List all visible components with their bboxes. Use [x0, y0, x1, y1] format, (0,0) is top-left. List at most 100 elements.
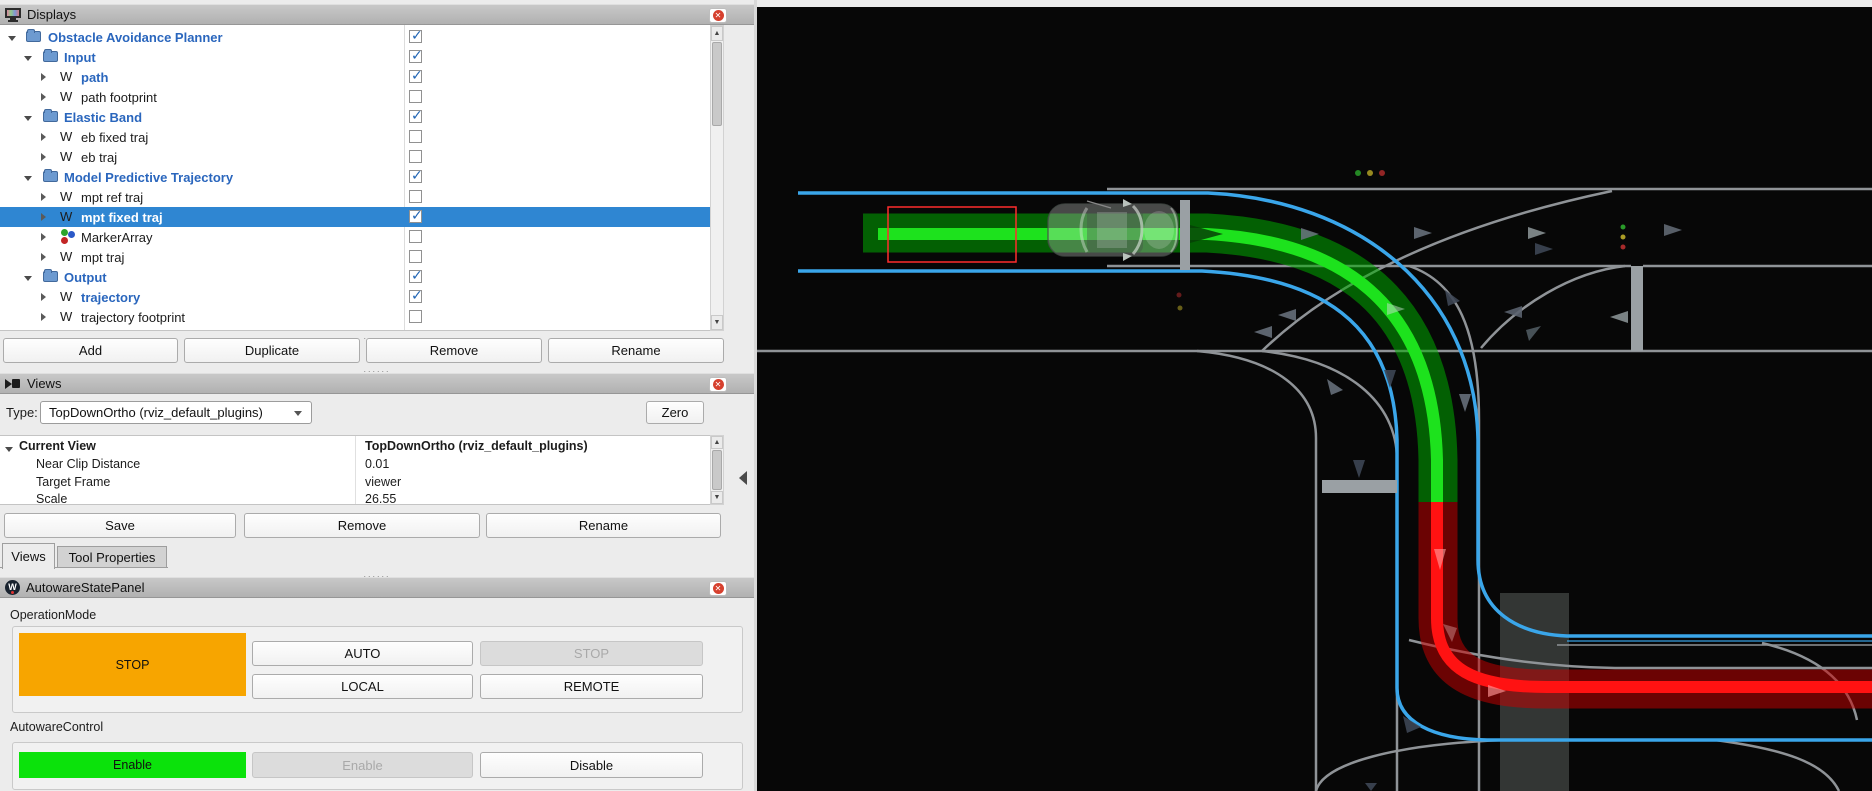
checkbox[interactable]	[409, 30, 422, 43]
displays-panel-header[interactable]: Displays ✕	[0, 4, 754, 25]
caret-icon[interactable]	[41, 193, 46, 201]
caret-icon[interactable]	[24, 116, 32, 121]
autoware-icon: W	[5, 580, 20, 595]
tree-item-label: Obstacle Avoidance Planner	[48, 30, 223, 45]
caret-icon[interactable]	[24, 56, 32, 61]
auto-button[interactable]: AUTO	[252, 641, 473, 666]
property-value[interactable]: 0.01	[365, 457, 389, 471]
save-view-button[interactable]: Save	[4, 513, 236, 538]
tree-item-label: MarkerArray	[81, 230, 153, 245]
caret-icon[interactable]	[41, 73, 46, 81]
tree-item-mpt-fixed-traj[interactable]: Wmpt fixed traj	[0, 207, 710, 227]
current-view-table[interactable]: Current View TopDownOrtho (rviz_default_…	[0, 435, 723, 505]
tree-item-eb-traj[interactable]: Web traj	[0, 147, 710, 167]
checkbox[interactable]	[409, 230, 422, 243]
property-name[interactable]: Target Frame	[36, 475, 110, 489]
autoware-icon: W	[60, 69, 72, 84]
displays-tree-scrollbar[interactable]: ▲ ▼	[710, 25, 724, 331]
tab-views[interactable]: Views	[2, 543, 55, 569]
tree-item-path[interactable]: Wpath	[0, 67, 710, 87]
rename-view-button[interactable]: Rename	[486, 513, 721, 538]
tree-item-obstacle-avoidance-planner[interactable]: Obstacle Avoidance Planner	[0, 27, 710, 47]
checkbox[interactable]	[409, 170, 422, 183]
caret-icon[interactable]	[41, 213, 46, 221]
caret-icon[interactable]	[5, 447, 13, 452]
property-name[interactable]: Scale	[36, 492, 67, 506]
checkbox[interactable]	[409, 150, 422, 163]
checkbox[interactable]	[409, 270, 422, 283]
property-value[interactable]: viewer	[365, 475, 401, 489]
scrollbar-thumb[interactable]	[712, 450, 722, 490]
folder-icon	[43, 271, 58, 282]
property-name[interactable]: Current View	[19, 439, 96, 453]
tree-item-output[interactable]: Output	[0, 267, 710, 287]
scrollbar-thumb[interactable]	[712, 42, 722, 126]
tree-item-elastic-band[interactable]: Elastic Band	[0, 107, 710, 127]
remove-display-button[interactable]: Remove	[366, 338, 542, 363]
views-table-scrollbar[interactable]: ▲ ▼	[710, 435, 724, 505]
caret-icon[interactable]	[41, 153, 46, 161]
checkbox[interactable]	[409, 290, 422, 303]
duplicate-button[interactable]: Duplicate	[184, 338, 360, 363]
autoware-panel-header[interactable]: W AutowareStatePanel ✕	[0, 577, 754, 598]
displays-tree[interactable]: Obstacle Avoidance Planner InputWpathWpat…	[0, 25, 723, 331]
property-name[interactable]: Near Clip Distance	[36, 457, 140, 471]
tree-item-mpt-traj[interactable]: Wmpt traj	[0, 247, 710, 267]
tree-item-markerarray[interactable]: MarkerArray	[0, 227, 710, 247]
tab-tool-properties[interactable]: Tool Properties	[57, 546, 167, 568]
add-button[interactable]: Add	[3, 338, 178, 363]
view-type-dropdown[interactable]: TopDownOrtho (rviz_default_plugins)	[40, 401, 312, 424]
stop-button[interactable]: STOP	[480, 641, 703, 666]
tree-item-trajectory-footprint[interactable]: Wtrajectory footprint	[0, 307, 710, 327]
zero-button[interactable]: Zero	[646, 401, 704, 424]
displays-panel-title: Displays	[27, 7, 76, 22]
autoware-icon: W	[60, 189, 72, 204]
rename-display-button[interactable]: Rename	[548, 338, 724, 363]
operation-mode-label: OperationMode	[10, 608, 96, 622]
displays-close-button[interactable]: ✕	[709, 8, 727, 23]
caret-icon[interactable]	[41, 233, 46, 241]
views-panel-header[interactable]: Views ✕	[0, 373, 754, 394]
remote-button[interactable]: REMOTE	[480, 674, 703, 699]
scroll-down-icon[interactable]: ▼	[711, 491, 723, 504]
tree-item-path-footprint[interactable]: Wpath footprint	[0, 87, 710, 107]
caret-icon[interactable]	[41, 293, 46, 301]
caret-icon[interactable]	[24, 176, 32, 181]
tree-item-mpt-ref-traj[interactable]: Wmpt ref traj	[0, 187, 710, 207]
tree-item-model-predictive-trajectory[interactable]: Model Predictive Trajectory	[0, 167, 710, 187]
caret-icon[interactable]	[41, 93, 46, 101]
checkbox[interactable]	[409, 250, 422, 263]
tree-item-label: trajectory	[81, 290, 140, 305]
collapse-panel-icon[interactable]	[739, 471, 747, 485]
checkbox[interactable]	[409, 70, 422, 83]
checkbox[interactable]	[409, 130, 422, 143]
remove-view-button[interactable]: Remove	[244, 513, 480, 538]
checkbox[interactable]	[409, 190, 422, 203]
property-value[interactable]: TopDownOrtho (rviz_default_plugins)	[365, 439, 588, 453]
vehicle-roof	[1097, 212, 1127, 248]
scroll-up-icon[interactable]: ▲	[711, 436, 723, 449]
property-value[interactable]: 26.55	[365, 492, 396, 506]
checkbox[interactable]	[409, 310, 422, 323]
views-close-button[interactable]: ✕	[709, 377, 727, 392]
disable-button[interactable]: Disable	[480, 752, 703, 778]
tree-item-eb-fixed-traj[interactable]: Web fixed traj	[0, 127, 710, 147]
3d-viewport[interactable]	[757, 0, 1872, 791]
caret-icon[interactable]	[8, 36, 16, 41]
caret-icon[interactable]	[41, 133, 46, 141]
displays-icon	[5, 8, 21, 22]
enable-button[interactable]: Enable	[252, 752, 473, 778]
checkbox[interactable]	[409, 90, 422, 103]
caret-icon[interactable]	[24, 276, 32, 281]
local-button[interactable]: LOCAL	[252, 674, 473, 699]
checkbox[interactable]	[409, 110, 422, 123]
autoware-close-button[interactable]: ✕	[709, 581, 727, 596]
caret-icon[interactable]	[41, 313, 46, 321]
tree-item-trajectory[interactable]: Wtrajectory	[0, 287, 710, 307]
scroll-down-icon[interactable]: ▼	[711, 315, 723, 330]
tree-item-input[interactable]: Input	[0, 47, 710, 67]
checkbox[interactable]	[409, 210, 422, 223]
scroll-up-icon[interactable]: ▲	[711, 26, 723, 41]
caret-icon[interactable]	[41, 253, 46, 261]
checkbox[interactable]	[409, 50, 422, 63]
